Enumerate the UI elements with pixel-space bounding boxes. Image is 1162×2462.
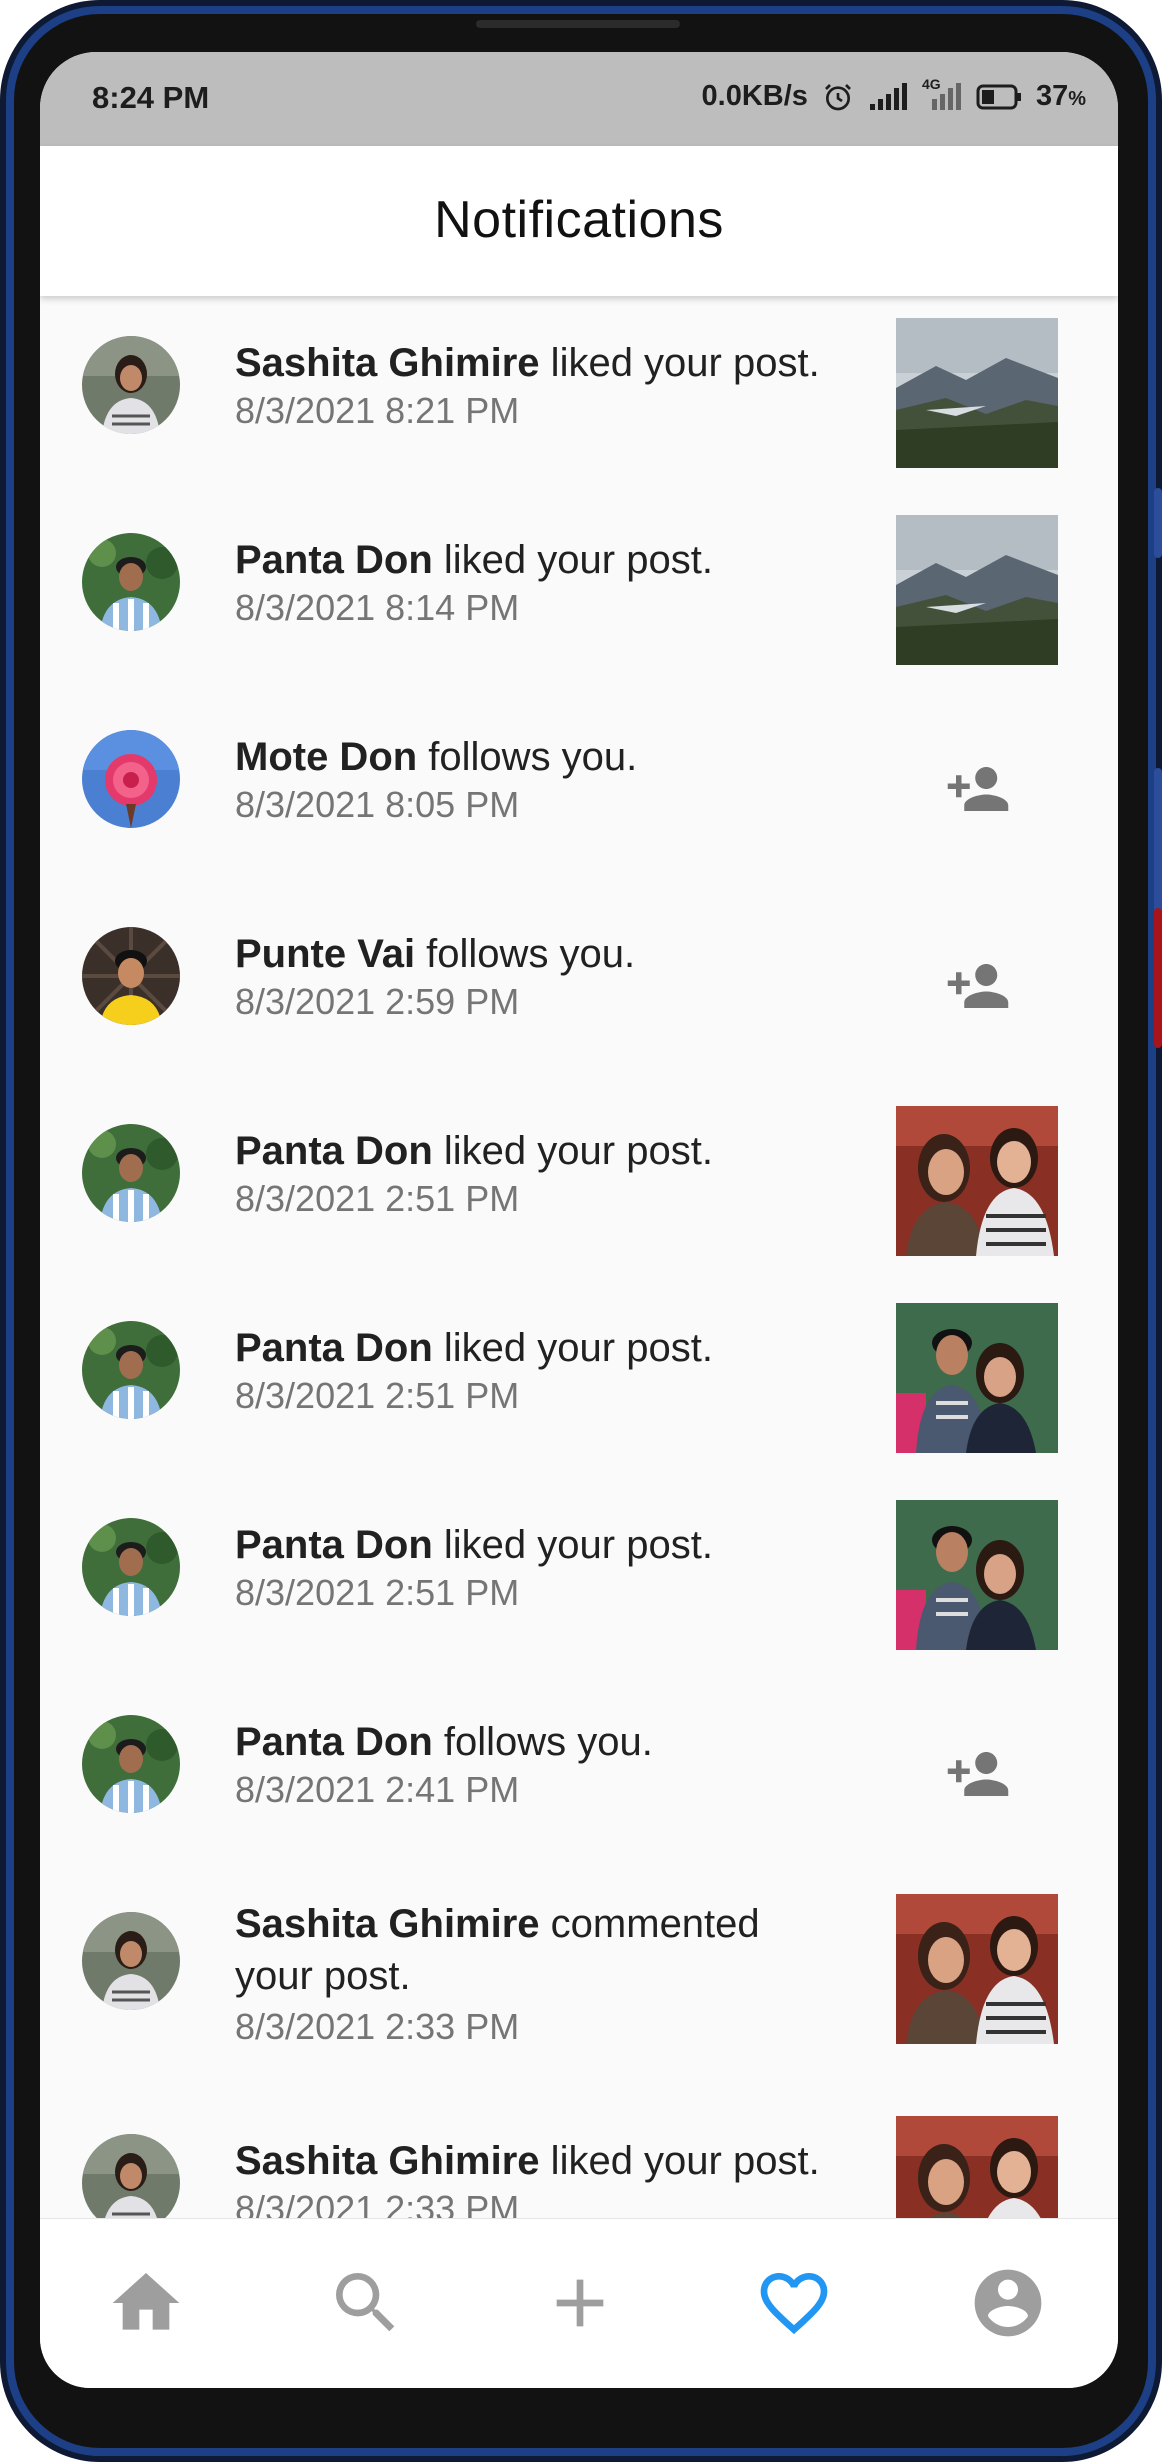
notification-user[interactable]: Panta Don: [235, 1129, 433, 1173]
screen: 8:24 PM 0.0KB/s 4G 37% Notifications Sas…: [40, 52, 1118, 2388]
phone-frame: 8:24 PM 0.0KB/s 4G 37% Notifications Sas…: [0, 0, 1162, 2462]
mountain-photo[interactable]: [896, 515, 1058, 665]
side-button: [1154, 488, 1162, 558]
notification-row[interactable]: Panta Don liked your post. 8/3/2021 2:51…: [40, 1478, 1118, 1675]
notification-row[interactable]: Panta Don liked your post. 8/3/2021 8:14…: [40, 493, 1118, 690]
man-avatar[interactable]: [82, 533, 180, 631]
notification-action: liked your post.: [432, 1326, 713, 1370]
page-title: Notifications: [434, 191, 724, 249]
notification-text: Panta Don liked your post. 8/3/2021 2:51…: [235, 1128, 875, 1220]
status-bar: 8:24 PM 0.0KB/s 4G 37%: [40, 52, 1118, 146]
app-bar: Notifications: [40, 146, 1118, 296]
earpiece-speaker: [476, 20, 680, 28]
notification-text: Sashita Ghimire liked your post. 8/3/202…: [235, 2138, 875, 2218]
status-indicators: 0.0KB/s 4G 37%: [701, 76, 1086, 113]
couple-photo[interactable]: [896, 1303, 1058, 1453]
notification-user[interactable]: Panta Don: [235, 1720, 433, 1764]
notification-list[interactable]: Sashita Ghimire liked your post. 8/3/202…: [40, 296, 1118, 2218]
man-avatar[interactable]: [82, 1715, 180, 1813]
notification-action: liked your post.: [432, 1129, 713, 1173]
notification-action: follows you.: [415, 932, 636, 976]
man-avatar[interactable]: [82, 1124, 180, 1222]
notification-action: liked your post.: [539, 341, 820, 385]
notification-time: 8/3/2021 2:51 PM: [235, 1375, 520, 1416]
bottom-navigation: [40, 2218, 1118, 2388]
notification-time: 8/3/2021 8:14 PM: [235, 587, 520, 628]
notification-time: 8/3/2021 2:33 PM: [235, 2006, 520, 2047]
notification-time: 8/3/2021 2:59 PM: [235, 981, 520, 1022]
status-time: 8:24 PM: [92, 80, 210, 115]
boy-avatar[interactable]: [82, 927, 180, 1025]
notification-user[interactable]: Mote Don: [235, 735, 417, 779]
notification-action: liked your post.: [432, 538, 713, 582]
notification-action: liked your post.: [432, 1523, 713, 1567]
notification-text: Panta Don liked your post. 8/3/2021 2:51…: [235, 1522, 875, 1614]
man-avatar[interactable]: [82, 1321, 180, 1419]
notification-user[interactable]: Sashita Ghimire: [235, 341, 540, 385]
notification-text: Panta Don follows you. 8/3/2021 2:41 PM: [235, 1719, 875, 1811]
person-add-icon: [945, 1741, 1011, 1812]
add-icon[interactable]: [540, 2263, 620, 2343]
battery-icon: [976, 84, 1022, 110]
notification-time: 8/3/2021 2:33 PM: [235, 2188, 520, 2218]
signal-4g-icon: 4G: [922, 76, 962, 112]
man-avatar[interactable]: [82, 1518, 180, 1616]
couple-photo[interactable]: [896, 1500, 1058, 1650]
notification-row[interactable]: Sashita Ghimire liked your post. 8/3/202…: [40, 2094, 1118, 2218]
flower-avatar[interactable]: [82, 730, 180, 828]
signal-icon: [868, 82, 908, 112]
notification-user[interactable]: Panta Don: [235, 1523, 433, 1567]
woman-avatar[interactable]: [82, 336, 180, 434]
profile-icon[interactable]: [968, 2263, 1048, 2343]
notification-time: 8/3/2021 2:41 PM: [235, 1769, 520, 1810]
notification-user[interactable]: Sashita Ghimire: [235, 1902, 540, 1946]
alarm-icon: [822, 81, 854, 113]
battery-level: 37%: [1035, 80, 1086, 112]
person-add-icon: [945, 756, 1011, 827]
home-icon[interactable]: [106, 2263, 186, 2343]
notification-time: 8/3/2021 2:51 PM: [235, 1572, 520, 1613]
heart-icon[interactable]: [754, 2263, 834, 2343]
two-women-photo[interactable]: [896, 2116, 1058, 2218]
search-icon[interactable]: [326, 2263, 406, 2343]
notification-text: Panta Don liked your post. 8/3/2021 8:14…: [235, 537, 875, 629]
notification-time: 8/3/2021 8:21 PM: [235, 390, 520, 431]
notification-user[interactable]: Panta Don: [235, 1326, 433, 1370]
notification-user[interactable]: Punte Vai: [235, 932, 415, 976]
power-button: [1154, 908, 1162, 1048]
notification-time: 8/3/2021 8:05 PM: [235, 784, 520, 825]
notification-text: Punte Vai follows you. 8/3/2021 2:59 PM: [235, 931, 875, 1023]
notification-row[interactable]: Punte Vai follows you. 8/3/2021 2:59 PM: [40, 887, 1118, 1084]
notification-row[interactable]: Sashita Ghimire liked your post. 8/3/202…: [40, 296, 1118, 493]
notification-user[interactable]: Panta Don: [235, 538, 433, 582]
notification-row[interactable]: Mote Don follows you. 8/3/2021 8:05 PM: [40, 690, 1118, 887]
notification-row[interactable]: Panta Don liked your post. 8/3/2021 2:51…: [40, 1281, 1118, 1478]
notification-user[interactable]: Sashita Ghimire: [235, 2139, 540, 2183]
notification-action: follows you.: [432, 1720, 653, 1764]
notification-text: Mote Don follows you. 8/3/2021 8:05 PM: [235, 734, 875, 826]
notification-row[interactable]: Panta Don follows you. 8/3/2021 2:41 PM: [40, 1675, 1118, 1872]
two-women-photo[interactable]: [896, 1106, 1058, 1256]
person-add-icon: [945, 953, 1011, 1024]
woman-avatar[interactable]: [82, 2134, 180, 2218]
notification-row[interactable]: Panta Don liked your post. 8/3/2021 2:51…: [40, 1084, 1118, 1281]
mountain-photo[interactable]: [896, 318, 1058, 468]
notification-action: liked your post.: [539, 2139, 820, 2183]
network-type: 4G: [921, 75, 941, 92]
notification-time: 8/3/2021 2:51 PM: [235, 1178, 520, 1219]
two-women-photo[interactable]: [896, 1894, 1058, 2044]
woman-avatar[interactable]: [82, 1912, 180, 2010]
notification-text: Sashita Ghimire liked your post. 8/3/202…: [235, 340, 875, 432]
network-speed: 0.0KB/s: [701, 80, 808, 112]
notification-action: follows you.: [417, 735, 638, 779]
notification-text: Sashita Ghimire commented your post. 8/3…: [235, 1898, 835, 2048]
notification-text: Panta Don liked your post. 8/3/2021 2:51…: [235, 1325, 875, 1417]
notification-row[interactable]: Sashita Ghimire commented your post. 8/3…: [40, 1872, 1118, 2094]
